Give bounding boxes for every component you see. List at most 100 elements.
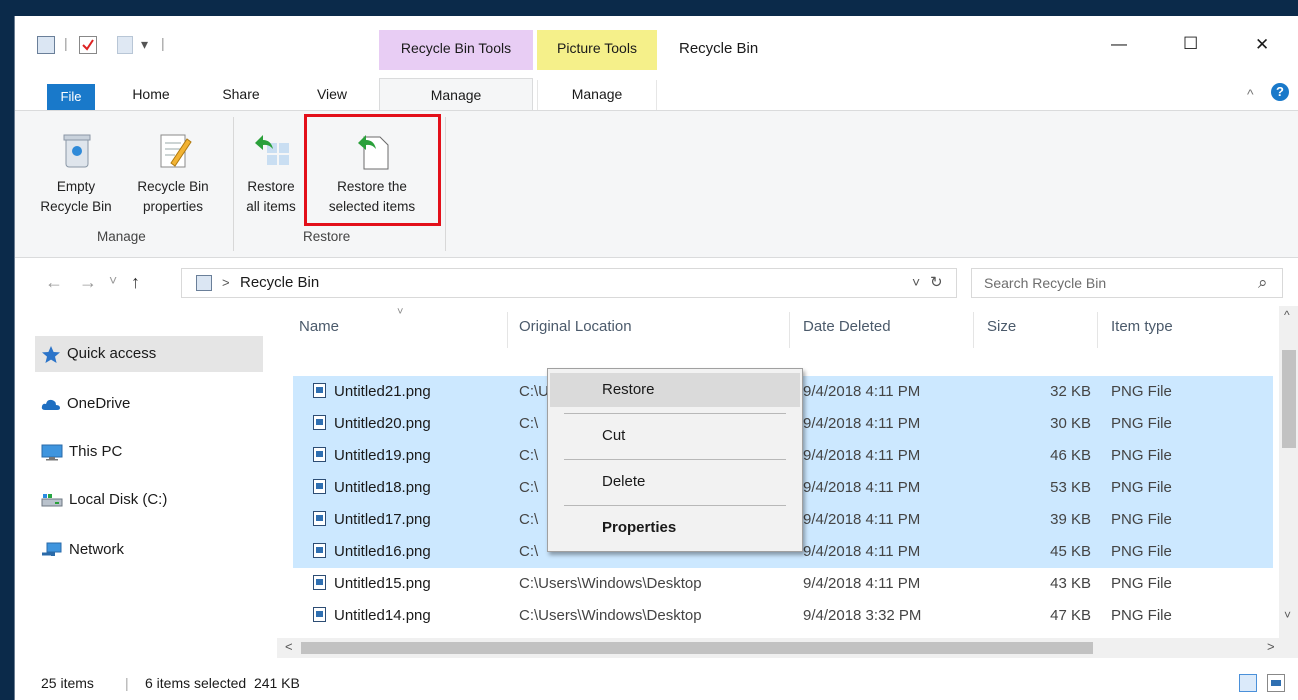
up-button[interactable]: ↑	[131, 272, 140, 293]
png-file-icon	[313, 575, 326, 590]
table-row[interactable]: Untitled14.png C:\Users\Windows\Desktop 9/…	[293, 600, 1273, 632]
nav-item-network[interactable]: Network	[41, 532, 124, 568]
recent-locations-button[interactable]: ˅	[109, 272, 117, 288]
cell-size: 46 KB	[987, 440, 1091, 472]
column-header-name[interactable]: Name	[299, 318, 339, 335]
restore-group-label: Restore	[303, 229, 351, 244]
horizontal-scrollbar[interactable]: < >	[277, 638, 1298, 658]
cell-text: C:\	[519, 415, 539, 432]
search-input[interactable]: Search Recycle Bin ⌕	[971, 268, 1283, 298]
cell-text: Untitled14.png	[334, 607, 431, 624]
cell-size: 30 KB	[987, 408, 1091, 440]
nav-item-quick-access[interactable]: Quick access	[41, 336, 156, 372]
help-button[interactable]: ?	[1271, 83, 1289, 101]
column-divider[interactable]	[973, 312, 974, 348]
sort-indicator-icon: ˅	[397, 306, 404, 318]
recycle-bin-small-icon[interactable]	[37, 36, 55, 54]
properties-icon	[153, 129, 193, 173]
empty-label-line2: Recycle Bin	[40, 199, 112, 214]
selection-info: 6 items selected 241 KB	[145, 675, 300, 691]
picture-tools-tab[interactable]: Picture Tools	[537, 30, 657, 70]
vertical-scroll-thumb[interactable]	[1282, 350, 1296, 448]
properties-check-icon[interactable]	[79, 36, 97, 54]
nav-item-local-disk[interactable]: Local Disk (C:)	[41, 482, 167, 518]
cell-name: Untitled18.png	[313, 472, 503, 504]
cell-date: 9/4/2018 4:11 PM	[803, 408, 969, 440]
scroll-left-button[interactable]: <	[285, 639, 293, 654]
column-header-size[interactable]: Size	[987, 318, 1016, 335]
path-chevron[interactable]: >	[222, 275, 230, 290]
cell-text: C:\Users\Windows\Desktop	[519, 575, 702, 592]
png-file-icon	[313, 511, 326, 526]
cell-text: PNG File	[1111, 415, 1172, 432]
forward-button[interactable]: →	[79, 272, 97, 293]
column-header-date-deleted[interactable]: Date Deleted	[803, 318, 891, 335]
collapse-ribbon-button[interactable]: ^	[1247, 86, 1254, 102]
tab-manage-recycle[interactable]: Manage	[379, 78, 533, 112]
minimize-button[interactable]: —	[1111, 36, 1127, 54]
properties-label-line1: Recycle Bin	[137, 179, 209, 194]
refresh-button[interactable]: ↻	[930, 273, 943, 291]
ribbon-group-divider	[233, 117, 234, 251]
large-icons-view-icon[interactable]	[1267, 674, 1285, 692]
cell-type: PNG File	[1111, 568, 1261, 600]
nav-label: Quick access	[67, 345, 157, 362]
tab-share[interactable]: Share	[211, 80, 271, 112]
menu-separator	[564, 459, 786, 460]
menu-item-delete[interactable]: Delete	[548, 465, 802, 499]
menu-item-cut[interactable]: Cut	[548, 419, 802, 453]
restore-all-label-line1: Restore	[247, 179, 295, 194]
column-header-item-type[interactable]: Item type	[1111, 318, 1173, 335]
cell-text: 32 KB	[1050, 383, 1091, 400]
tab-home[interactable]: Home	[121, 80, 181, 112]
cell-text: C:\	[519, 543, 539, 560]
new-folder-icon[interactable]	[117, 36, 133, 54]
window-title: Recycle Bin	[679, 40, 759, 57]
cell-text: PNG File	[1111, 607, 1172, 624]
tab-manage-picture[interactable]: Manage	[537, 80, 657, 112]
nav-label: Network	[69, 541, 125, 558]
menu-item-properties[interactable]: Properties	[548, 511, 802, 545]
path-recycle-bin[interactable]: Recycle Bin	[240, 274, 319, 291]
cell-name: Untitled17.png	[313, 504, 503, 536]
details-view-icon[interactable]	[1239, 674, 1257, 692]
column-divider[interactable]	[1097, 312, 1098, 348]
nav-item-onedrive[interactable]: OneDrive	[41, 386, 130, 422]
restore-all-items-button[interactable]: Restore all items	[241, 129, 301, 217]
cell-text: 53 KB	[1050, 479, 1091, 496]
table-row[interactable]: Untitled15.png C:\Users\Windows\Desktop 9/…	[293, 568, 1273, 600]
column-divider[interactable]	[507, 312, 508, 348]
nav-item-this-pc[interactable]: This PC	[41, 434, 122, 470]
search-icon[interactable]: ⌕	[1258, 269, 1268, 297]
recycle-bin-properties-button[interactable]: Recycle Bin properties	[125, 129, 221, 217]
cell-text: Untitled16.png	[334, 543, 431, 560]
cell-text: C:\	[519, 479, 539, 496]
cell-text: 45 KB	[1050, 543, 1091, 560]
vertical-scrollbar[interactable]: ^ ˅	[1279, 306, 1298, 650]
qat-dropdown[interactable]: ▾	[141, 36, 148, 53]
address-field[interactable]: > Recycle Bin ˅ ↻	[181, 268, 957, 298]
column-header-original-location[interactable]: Original Location	[519, 318, 632, 335]
cell-text: Untitled18.png	[334, 479, 431, 496]
back-button[interactable]: ←	[45, 272, 63, 293]
maximize-button[interactable]: ☐	[1183, 34, 1198, 54]
scroll-down-button[interactable]: ˅	[1284, 608, 1291, 622]
cell-name: Untitled20.png	[313, 408, 503, 440]
column-divider[interactable]	[789, 312, 790, 348]
cell-type: PNG File	[1111, 408, 1261, 440]
horizontal-scroll-thumb[interactable]	[301, 642, 1093, 654]
scroll-up-button[interactable]: ^	[1284, 308, 1290, 322]
cell-size: 39 KB	[987, 504, 1091, 536]
scroll-right-button[interactable]: >	[1267, 639, 1275, 654]
recycle-bin-tools-tab[interactable]: Recycle Bin Tools	[379, 30, 533, 70]
tab-file[interactable]: File	[47, 84, 95, 110]
tab-view[interactable]: View	[305, 80, 359, 112]
empty-recycle-bin-button[interactable]: Empty Recycle Bin	[33, 129, 119, 217]
cell-name: Untitled16.png	[313, 536, 503, 568]
menu-item-restore[interactable]: Restore	[548, 373, 802, 407]
cell-size: 53 KB	[987, 472, 1091, 504]
cell-date: 9/4/2018 4:11 PM	[803, 376, 969, 408]
address-dropdown-button[interactable]: ˅	[912, 274, 920, 290]
close-button[interactable]: ✕	[1255, 35, 1269, 55]
cell-size: 43 KB	[987, 568, 1091, 600]
